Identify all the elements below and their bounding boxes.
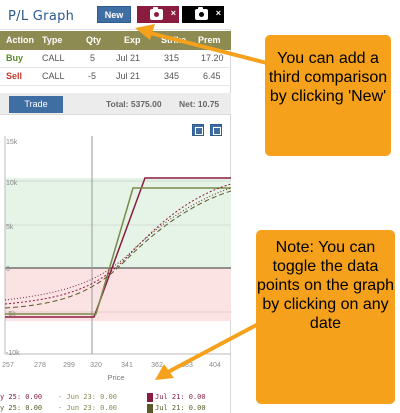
callout-toggle-tip: Note: You can toggle the data points on …: [256, 230, 395, 404]
arrow-to-new-button: [149, 31, 268, 65]
arrow-head: [135, 24, 155, 40]
callout-new-tip: You can add a third comparison by clicki…: [265, 35, 391, 156]
arrow-to-legend: [167, 320, 263, 374]
